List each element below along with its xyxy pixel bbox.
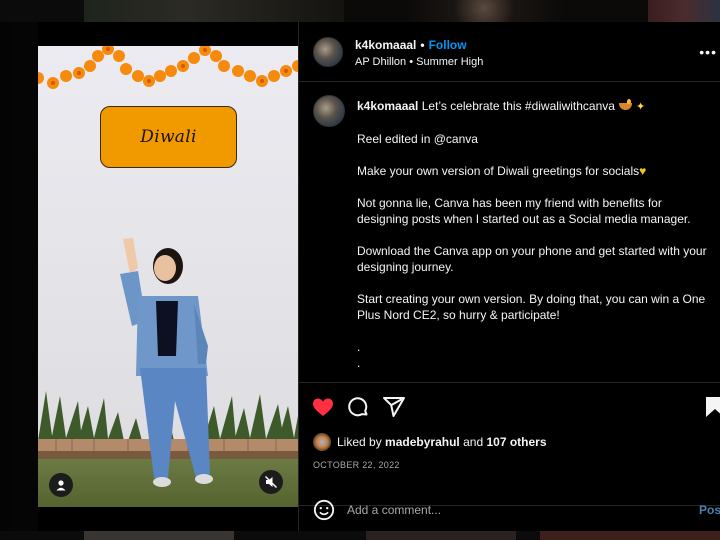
liked-by-prefix: Liked by — [337, 435, 382, 449]
caption-section: k4komaaal Let’s celebrate this #diwaliwi… — [299, 83, 720, 381]
caption-paragraph: Make your own version of Diwali greeting… — [357, 164, 640, 178]
user-icon — [56, 480, 66, 491]
follow-button[interactable]: Follow — [429, 38, 467, 52]
comment-button[interactable] — [346, 395, 370, 419]
likes-count-link[interactable]: 107 others — [486, 435, 546, 449]
audio-track-link[interactable]: AP Dhillon • Summer High — [355, 56, 483, 68]
background-feed-bottom — [0, 531, 720, 540]
feed-thumbnail — [366, 531, 516, 540]
post-actions: Liked by madebyrahul and 107 others OCTO… — [299, 382, 720, 506]
bookmark-icon — [706, 397, 720, 417]
yellow-heart-icon: ♥ — [639, 164, 647, 178]
reel-media[interactable]: Diwali — [38, 22, 298, 531]
post-date[interactable]: OCTOBER 22, 2022 — [313, 460, 400, 470]
save-button[interactable] — [703, 395, 720, 419]
more-options-icon[interactable]: ••• — [699, 44, 717, 60]
caption-paragraph: Reel edited in @canva — [357, 132, 478, 146]
like-button[interactable] — [311, 395, 335, 419]
diwali-title-text: Diwali — [140, 127, 197, 147]
background-feed-top — [0, 0, 720, 22]
liker-avatar[interactable] — [313, 433, 331, 451]
author-username[interactable]: k4komaaal — [355, 38, 416, 52]
tagged-users-button[interactable] — [49, 473, 73, 497]
caption-author-avatar[interactable] — [313, 95, 345, 127]
separator-dot: • — [420, 38, 425, 52]
speaker-muted-icon — [265, 476, 277, 488]
post-details-panel: k4komaaal • Follow AP Dhillon • Summer Hig… — [298, 22, 720, 531]
caption-paragraph: Download the Canva app on your phone and… — [357, 244, 707, 274]
overlay-backdrop[interactable] — [0, 22, 10, 531]
marigold-garland — [38, 46, 298, 89]
feed-thumbnail — [84, 0, 344, 22]
feed-thumbnail — [540, 531, 720, 540]
comment-input[interactable] — [347, 498, 647, 522]
sparkles-icon: ✦ — [635, 101, 646, 113]
share-icon — [383, 397, 405, 417]
caption-paragraph: . — [357, 356, 361, 370]
caption-paragraph: Not gonna lie, Canva has been my friend … — [357, 196, 691, 226]
reel-video[interactable]: Diwali — [38, 46, 298, 507]
heart-icon — [313, 398, 333, 416]
diwali-title-card: Diwali — [100, 106, 237, 168]
comment-icon — [348, 397, 368, 417]
diya-icon — [618, 99, 632, 111]
author-avatar[interactable] — [313, 37, 343, 67]
mute-button[interactable] — [259, 470, 283, 494]
post-comment-button[interactable]: Post — [699, 503, 720, 517]
caption-text: k4komaaal Let’s celebrate this #diwaliwi… — [357, 98, 707, 371]
liker-username[interactable]: madebyrahul — [385, 435, 460, 449]
post-modal: Diwali k4komaaal • Follow AP Dhillon • S… — [38, 22, 720, 531]
feed-thumbnail — [344, 0, 648, 22]
feed-thumbnail — [648, 0, 720, 22]
caption-paragraph: . — [357, 340, 361, 354]
comment-form: Post — [299, 492, 720, 531]
liked-by-row: Liked by madebyrahul and 107 others — [313, 433, 547, 451]
liked-by-and: and — [463, 435, 484, 449]
caption-username[interactable]: k4komaaal — [357, 99, 418, 113]
share-button[interactable] — [382, 395, 406, 419]
caption-line-1: Let’s celebrate this #diwaliwithcanva — [421, 99, 615, 113]
post-header: k4komaaal • Follow AP Dhillon • Summer Hig… — [299, 22, 720, 82]
emoji-icon[interactable] — [313, 499, 335, 521]
caption-paragraph: Start creating your own version. By doin… — [357, 292, 706, 322]
feed-thumbnail — [84, 531, 234, 540]
